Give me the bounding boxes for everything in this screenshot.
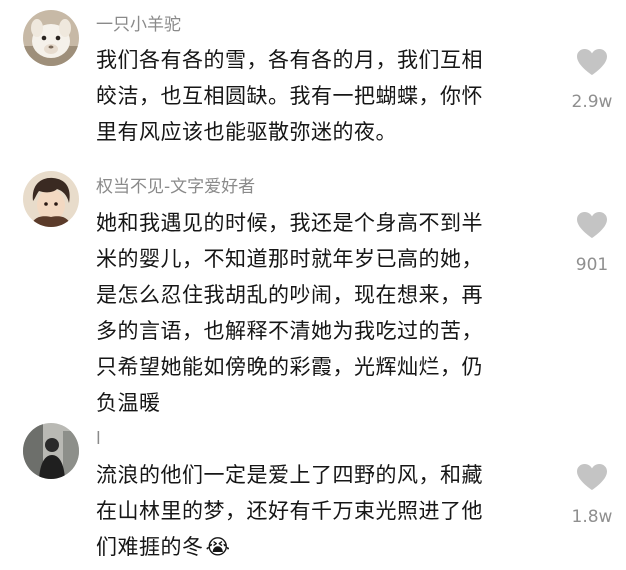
comment-text: 流浪的他们一定是爱上了四野的风，和藏 在山林里的梦，还好有千万束光照进了他 们难… [96,457,536,565]
like-button[interactable]: 901 [560,211,624,275]
person-photo-avatar-icon [23,423,79,479]
comment-line: 只希望她能如傍晚的彩霞，光辉灿烂，仍 [96,355,483,379]
comment-text: 我们各有各的雪，各有各的月，我们互相 皎洁，也互相圆缺。我有一把蝴蝶，你怀 里有… [96,42,536,150]
heart-icon [577,49,607,75]
like-count: 901 [575,255,609,275]
like-button[interactable]: 2.9w [560,48,624,112]
comment-line: 们难捱的冬😭 [96,529,536,565]
comment-text: 她和我遇见的时候，我还是个身高不到半 米的婴儿，不知道那时就年岁已高的她， 是怎… [96,205,536,421]
comment-line: 皎洁，也互相圆缺。我有一把蝴蝶，你怀 [96,84,483,108]
comment-line: 里有风应该也能驱散弥迷的夜。 [96,120,397,144]
comment-line: 多的言语，也解释不清她为我吃过的苦， [96,319,483,343]
avatar[interactable] [23,10,79,66]
like-button[interactable]: 1.8w [560,463,624,527]
crying-emoji-icon: 😭 [205,535,231,559]
comment-username[interactable]: 一只小羊驼 [96,14,181,36]
comment-line: 流浪的他们一定是爱上了四野的风，和藏 [96,463,483,487]
comment-line: 负温暖 [96,391,161,415]
like-count: 1.8w [571,507,613,527]
comment-username[interactable]: 权当不见-文字爱好者 [96,176,255,198]
heart-icon [577,212,607,238]
comment-line: 是怎么忍住我胡乱的吵闹，现在想来，再 [96,283,483,307]
anime-boy-avatar-icon [23,171,79,227]
comment-line: 我们各有各的雪，各有各的月，我们互相 [96,48,483,72]
comment-username[interactable]: l [96,428,101,450]
heart-icon [577,464,607,490]
comment-line: 她和我遇见的时候，我还是个身高不到半 [96,211,483,235]
comment-line: 在山林里的梦，还好有千万束光照进了他 [96,499,483,523]
like-count: 2.9w [571,92,613,112]
avatar[interactable] [23,423,79,479]
comment-line-text: 们难捱的冬 [96,535,204,559]
avatar[interactable] [23,171,79,227]
comment-line: 米的婴儿，不知道那时就年岁已高的她， [96,247,483,271]
alpaca-avatar-icon [23,10,79,66]
